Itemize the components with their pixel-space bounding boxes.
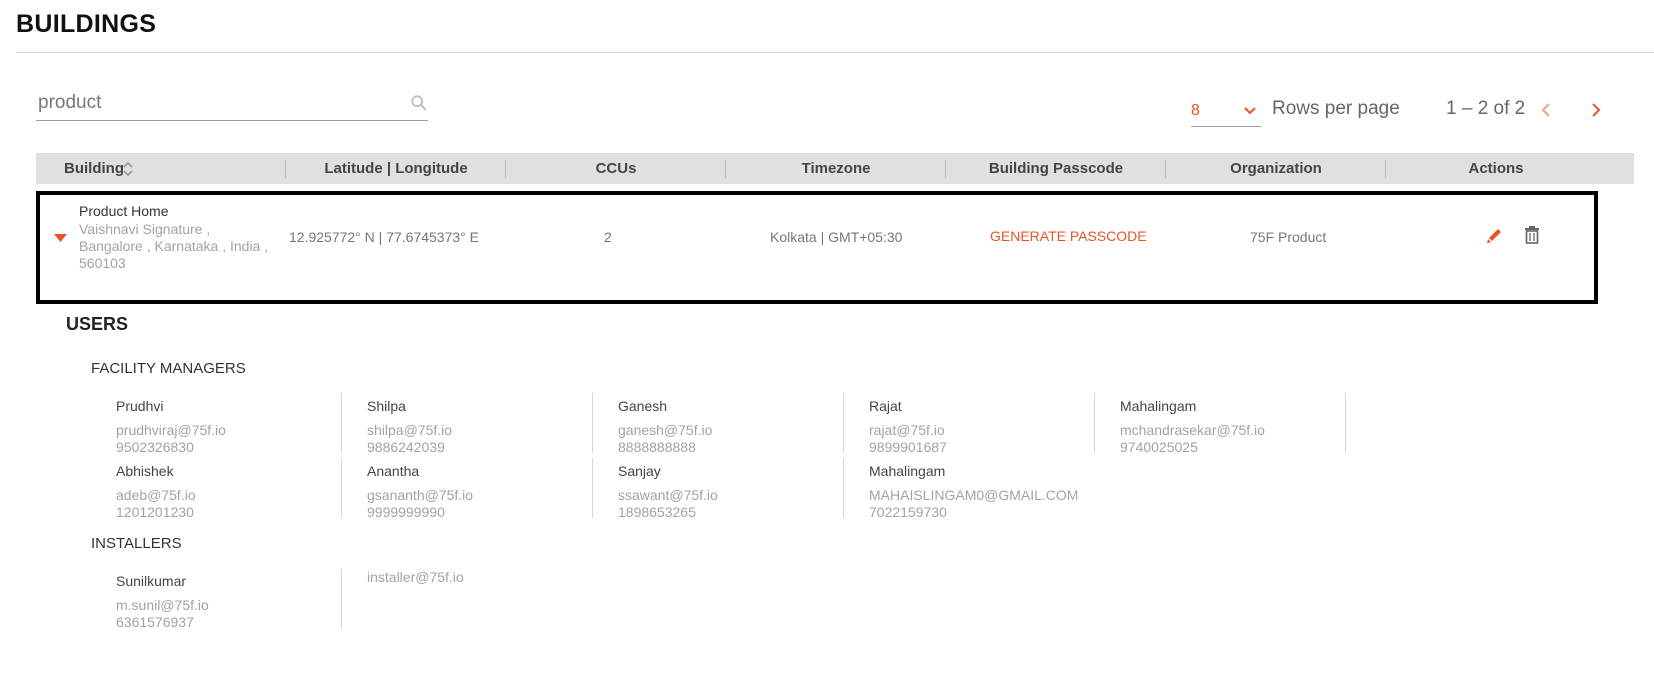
user-email: installer@75f.io xyxy=(367,569,464,585)
users-section-title: USERS xyxy=(66,314,129,334)
building-organization: 75F Product xyxy=(1250,229,1327,245)
user-card: Mahalingam MAHAISLINGAM0@GMAIL.COM 70221… xyxy=(869,463,1099,521)
user-phone: 8888888888 xyxy=(618,439,696,455)
user-card: Mahalingam mchandrasekar@75f.io 97400250… xyxy=(1120,398,1350,456)
column-divider xyxy=(592,393,593,453)
search-box xyxy=(36,86,428,121)
column-divider xyxy=(1345,393,1346,453)
user-card: installer@75f.io xyxy=(367,569,597,586)
user-email: MAHAISLINGAM0@GMAIL.COM xyxy=(869,487,1079,503)
header-building-passcode: Building Passcode xyxy=(988,160,1124,177)
building-row[interactable] xyxy=(36,191,1598,304)
chevron-right-icon[interactable] xyxy=(1586,100,1606,120)
header-building-label: Building xyxy=(64,160,124,177)
header-latlong: Latitude | Longitude xyxy=(324,160,468,177)
user-phone: 1201201230 xyxy=(116,504,194,520)
user-phone: 9502326830 xyxy=(116,439,194,455)
header-timezone: Timezone xyxy=(801,160,871,177)
user-name: Anantha xyxy=(367,463,420,479)
user-phone: 1898653265 xyxy=(618,504,696,520)
user-email: adeb@75f.io xyxy=(116,487,196,503)
user-card: Shilpa shilpa@75f.io 9886242039 xyxy=(367,398,597,456)
search-icon[interactable] xyxy=(410,94,428,112)
building-timezone: Kolkata | GMT+05:30 xyxy=(770,229,903,245)
user-card: Sunilkumar m.sunil@75f.io 6361576937 xyxy=(116,573,346,631)
rows-per-page-select[interactable]: 8 xyxy=(1191,98,1261,127)
pencil-icon[interactable] xyxy=(1486,226,1504,244)
user-card: Prudhvi prudhviraj@75f.io 9502326830 xyxy=(116,398,346,456)
column-divider xyxy=(341,393,342,453)
user-phone: 9740025025 xyxy=(1120,439,1198,455)
building-latlong: 12.925772° N | 77.6745373° E xyxy=(289,229,479,245)
user-name: Shilpa xyxy=(367,398,406,414)
user-name: Abhishek xyxy=(116,463,174,479)
column-divider xyxy=(341,569,342,629)
user-card: Sanjay ssawant@75f.io 1898653265 xyxy=(618,463,848,521)
building-address: Vaishnavi Signature , Bangalore , Karnat… xyxy=(79,221,269,271)
sort-icon[interactable] xyxy=(122,161,134,177)
generate-passcode-link[interactable]: GENERATE PASSCODE xyxy=(990,228,1147,244)
trash-icon[interactable] xyxy=(1524,226,1540,244)
user-card: Ganesh ganesh@75f.io 8888888888 xyxy=(618,398,848,456)
column-divider xyxy=(1094,393,1095,453)
user-phone: 9899901687 xyxy=(869,439,947,455)
user-email: ssawant@75f.io xyxy=(618,487,718,503)
column-divider xyxy=(341,458,342,518)
user-name: Mahalingam xyxy=(869,463,946,479)
table-header: Building Latitude | Longitude CCUs Timez… xyxy=(36,153,1634,184)
user-phone: 9886242039 xyxy=(367,439,445,455)
user-email: gsananth@75f.io xyxy=(367,487,474,503)
user-phone: 7022159730 xyxy=(869,504,947,520)
user-email: ganesh@75f.io xyxy=(618,422,713,438)
installers-title: INSTALLERS xyxy=(91,535,182,552)
header-ccus: CCUs xyxy=(595,160,637,177)
rows-per-page-label: Rows per page xyxy=(1272,98,1400,119)
caret-down-icon[interactable] xyxy=(54,234,67,243)
chevron-left-icon[interactable] xyxy=(1536,100,1556,120)
user-email: shilpa@75f.io xyxy=(367,422,453,438)
column-divider xyxy=(592,458,593,518)
building-name[interactable]: Product Home xyxy=(79,203,168,219)
page-range-label: 1 – 2 of 2 xyxy=(1446,98,1526,119)
header-actions: Actions xyxy=(1468,160,1524,177)
user-phone: 6361576937 xyxy=(116,614,194,630)
user-name: Mahalingam xyxy=(1120,398,1197,414)
user-card: Anantha gsananth@75f.io 9999999990 xyxy=(367,463,597,521)
user-card: Rajat rajat@75f.io 9899901687 xyxy=(869,398,1099,456)
facility-managers-title: FACILITY MANAGERS xyxy=(91,360,246,377)
header-building[interactable]: Building xyxy=(64,153,184,184)
search-input[interactable] xyxy=(36,86,390,120)
user-phone: 9999999990 xyxy=(367,504,445,520)
column-divider xyxy=(843,458,844,518)
chevron-down-icon xyxy=(1244,107,1256,115)
building-ccus: 2 xyxy=(604,229,612,245)
user-email: mchandrasekar@75f.io xyxy=(1120,422,1265,438)
title-divider xyxy=(16,52,1654,53)
user-email: prudhviraj@75f.io xyxy=(116,422,226,438)
column-divider xyxy=(843,393,844,453)
header-organization: Organization xyxy=(1230,160,1322,177)
user-name: Sanjay xyxy=(618,463,661,479)
user-email: rajat@75f.io xyxy=(869,422,945,438)
user-card: Abhishek adeb@75f.io 1201201230 xyxy=(116,463,346,521)
page-title: BUILDINGS xyxy=(16,10,157,38)
user-name: Prudhvi xyxy=(116,398,164,414)
user-name: Ganesh xyxy=(618,398,668,414)
user-email: m.sunil@75f.io xyxy=(116,597,209,613)
user-name: Sunilkumar xyxy=(116,573,187,589)
user-name: Rajat xyxy=(869,398,902,414)
rows-per-page-value: 8 xyxy=(1191,102,1200,119)
